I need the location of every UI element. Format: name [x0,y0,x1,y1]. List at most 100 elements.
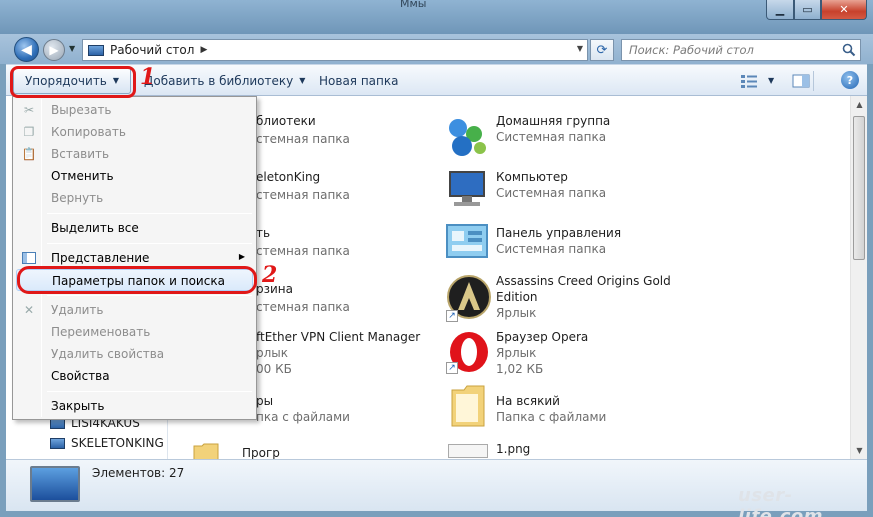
item-type: стемная папка [256,244,350,258]
submenu-arrow-icon: ▶ [238,252,245,261]
menu-item-remove-properties[interactable]: Удалить свойства [16,343,253,365]
toolbar-separator [813,71,814,91]
address-path[interactable]: Рабочий стол [110,43,194,57]
nav-item-skeletonking[interactable]: SKELETONKING [50,436,164,450]
menu-item-select-all[interactable]: Выделить все [16,217,253,239]
folder-icon [451,385,485,427]
window-controls: ▁ ▭ ✕ [766,0,867,20]
file-item-computer[interactable]: Компьютер Системная папка [440,170,700,224]
title-bar: Ммы ▁ ▭ ✕ [0,0,873,34]
scissors-icon: ✂ [23,103,35,117]
close-button[interactable]: ✕ [821,0,867,20]
minimize-button[interactable]: ▁ [766,0,794,20]
recent-pages-dropdown[interactable]: ▼ [69,44,75,53]
item-size: 1,02 КБ [496,362,544,376]
item-name: Панель управления [496,226,622,240]
menu-item-close[interactable]: Закрыть [16,395,253,417]
menu-item-properties[interactable]: Свойства [16,365,253,387]
nav-item-label: SKELETONKING [71,436,164,450]
chevron-down-icon: ▼ [299,76,306,85]
homegroup-icon [449,119,486,156]
file-item-skeletonking[interactable]: eletonKing стемная папка [248,170,428,224]
item-type: стемная папка [256,300,350,314]
search-input[interactable]: Поиск: Рабочий стол [621,39,861,61]
item-type: стемная папка [256,132,350,146]
menu-item-undo[interactable]: Отменить [16,165,253,187]
annotation-ring-organize [10,66,136,98]
menu-label: Переименовать [51,325,151,339]
menu-separator [47,243,252,244]
image-file-icon [448,444,488,458]
folder-icon [193,443,219,460]
copy-icon: ❐ [23,125,35,139]
file-item-programs[interactable]: Прогр [192,438,312,460]
address-bar[interactable]: Рабочий стол ▶ ▼ [82,39,588,61]
menu-label: Отменить [51,169,114,183]
item-count: Элементов: 27 [92,466,185,480]
add-to-library-label: Добавить в библиотеку [144,73,294,88]
address-dropdown-icon[interactable]: ▼ [577,44,583,53]
computer-icon [50,437,65,449]
item-type: стемная папка [256,188,350,202]
forward-button[interactable]: ▶ [43,39,65,61]
preview-pane-icon[interactable] [792,74,810,88]
annotation-ring-folder-options [17,266,257,294]
item-type: Папка с файлами [496,410,607,424]
scrollbar-thumb[interactable] [853,116,865,260]
menu-label: Представление [51,251,150,265]
item-type: Системная папка [496,130,607,144]
menu-label: Вырезать [51,103,112,117]
layout-icon [22,251,36,265]
file-item-assassins-creed[interactable]: ↗ Assassins Creed Origins Gold Edition Я… [440,274,700,338]
menu-item-rename[interactable]: Переименовать [16,321,253,343]
view-icon [741,74,757,88]
menu-label: Закрыть [51,399,105,413]
file-item-control-panel[interactable]: Панель управления Системная папка [440,224,700,280]
file-item-na-vsyakiy[interactable]: На всякий Папка с файлами [440,385,700,448]
file-item-1png[interactable]: 1.png [440,442,700,458]
item-name: Прогр [242,446,280,460]
menu-separator [47,295,252,296]
menu-separator [47,213,252,214]
breadcrumb-arrow-icon[interactable]: ▶ [200,45,207,55]
item-name: Браузер Opera [496,330,589,344]
menu-item-paste[interactable]: 📋 Вставить [16,143,253,165]
menu-label: Удалить свойства [51,347,165,361]
item-name: ть [256,226,271,240]
menu-item-copy[interactable]: ❐ Копировать [16,121,253,143]
vertical-scrollbar[interactable]: ▲ ▼ [850,96,867,459]
menu-label: Копировать [51,125,126,139]
item-size: 00 КБ [256,362,292,376]
menu-item-delete[interactable]: ✕ Удалить [16,299,253,321]
chevron-down-icon: ▼ [768,76,775,85]
item-name: 1.png [496,442,531,456]
file-item-recycle-bin[interactable]: рзина стемная папка [248,282,428,336]
annotation-number-1: 1 [140,64,156,90]
search-placeholder: Поиск: Рабочий стол [629,43,754,57]
scroll-down-icon[interactable]: ▼ [851,442,868,459]
item-name: Компьютер [496,170,568,184]
file-item-softether-vpn[interactable]: ftEther VPN Client Manager рлык 00 КБ [248,330,428,384]
clipboard-icon: 📋 [21,147,37,161]
new-folder-button[interactable]: Новая папка [319,65,398,96]
scroll-up-icon[interactable]: ▲ [851,96,868,113]
file-item-homegroup[interactable]: Домашняя группа Системная папка [440,114,700,168]
menu-item-redo[interactable]: Вернуть [16,187,253,209]
refresh-button[interactable]: ⟳ [590,39,614,61]
menu-item-cut[interactable]: ✂ Вырезать [16,99,253,121]
maximize-button[interactable]: ▭ [794,0,821,20]
file-item-opera[interactable]: ↗ Браузер Opera Ярлык 1,02 КБ [440,330,700,384]
shortcut-arrow-icon: ↗ [446,362,458,374]
item-name: На всякий [496,394,560,408]
item-type: Системная папка [496,186,607,200]
change-view-button[interactable]: ▼ [740,65,810,96]
item-type: пка с файлами [256,410,350,424]
annotation-number-2: 2 [262,262,278,288]
file-item-libraries[interactable]: блиотеки стемная папка [248,114,428,168]
organize-menu: ✂ Вырезать ❐ Копировать 📋 Вставить Отмен… [12,96,257,420]
add-to-library-button[interactable]: Добавить в библиотеку ▼ [144,65,305,96]
help-button[interactable]: ? [841,71,859,89]
item-type: рлык [256,346,289,360]
menu-separator [47,391,252,392]
back-button[interactable]: ◀ [14,37,39,62]
